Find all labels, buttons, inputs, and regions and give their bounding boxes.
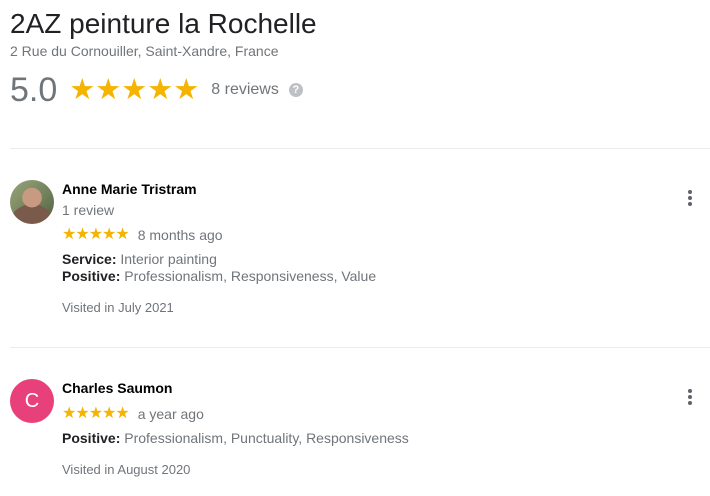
review-rating-row: ★★★★★ 8 months ago <box>62 225 662 245</box>
positive-label: Positive: <box>62 268 121 284</box>
visited-date: Visited in July 2021 <box>62 300 174 315</box>
avatar[interactable] <box>10 180 54 224</box>
review-time: a year ago <box>137 406 204 422</box>
review-content: Charles Saumon ★★★★★ a year ago Positive… <box>62 379 662 478</box>
more-options-icon[interactable] <box>680 387 700 407</box>
business-name: 2AZ peinture la Rochelle <box>10 8 317 39</box>
more-options-icon[interactable] <box>680 188 700 208</box>
reviewer-name[interactable]: Anne Marie Tristram <box>62 180 662 198</box>
rating-stars-icon: ★★★★★ <box>69 74 200 106</box>
positive-value: Professionalism, Punctuality, Responsive… <box>124 430 409 446</box>
review-time: 8 months ago <box>137 227 223 243</box>
business-address: 2 Rue du Cornouiller, Saint-Xandre, Fran… <box>10 43 279 59</box>
positive-label: Positive: <box>62 430 121 446</box>
review-stars-icon: ★★★★★ <box>62 405 130 422</box>
divider <box>10 347 710 348</box>
positive-attribute: Positive: Professionalism, Punctuality, … <box>62 430 662 447</box>
rating-summary: 5.0 ★★★★★ 8 reviews ? <box>10 70 700 110</box>
review-rating-row: ★★★★★ a year ago <box>62 404 662 424</box>
positive-attribute: Positive: Professionalism, Responsivenes… <box>62 268 662 285</box>
review-card: Anne Marie Tristram 1 review ★★★★★ 8 mon… <box>10 180 700 330</box>
review-content: Anne Marie Tristram 1 review ★★★★★ 8 mon… <box>62 180 662 316</box>
positive-value: Professionalism, Responsiveness, Value <box>124 268 377 284</box>
reviewer-name[interactable]: Charles Saumon <box>62 379 662 397</box>
reviewer-review-count: 1 review <box>62 202 115 218</box>
visited-date: Visited in August 2020 <box>62 462 191 477</box>
review-card: C Charles Saumon ★★★★★ a year ago Positi… <box>10 379 700 489</box>
service-attribute: Service: Interior painting <box>62 251 662 268</box>
divider <box>10 148 710 149</box>
review-count: 8 reviews <box>211 81 279 98</box>
rating-value: 5.0 <box>10 71 58 109</box>
service-label: Service: <box>62 251 117 267</box>
help-icon[interactable]: ? <box>288 83 303 97</box>
avatar[interactable]: C <box>10 379 54 423</box>
business-header: 2AZ peinture la Rochelle 2 Rue du Cornou… <box>10 6 700 110</box>
service-value: Interior painting <box>120 251 217 267</box>
review-stars-icon: ★★★★★ <box>62 226 130 243</box>
